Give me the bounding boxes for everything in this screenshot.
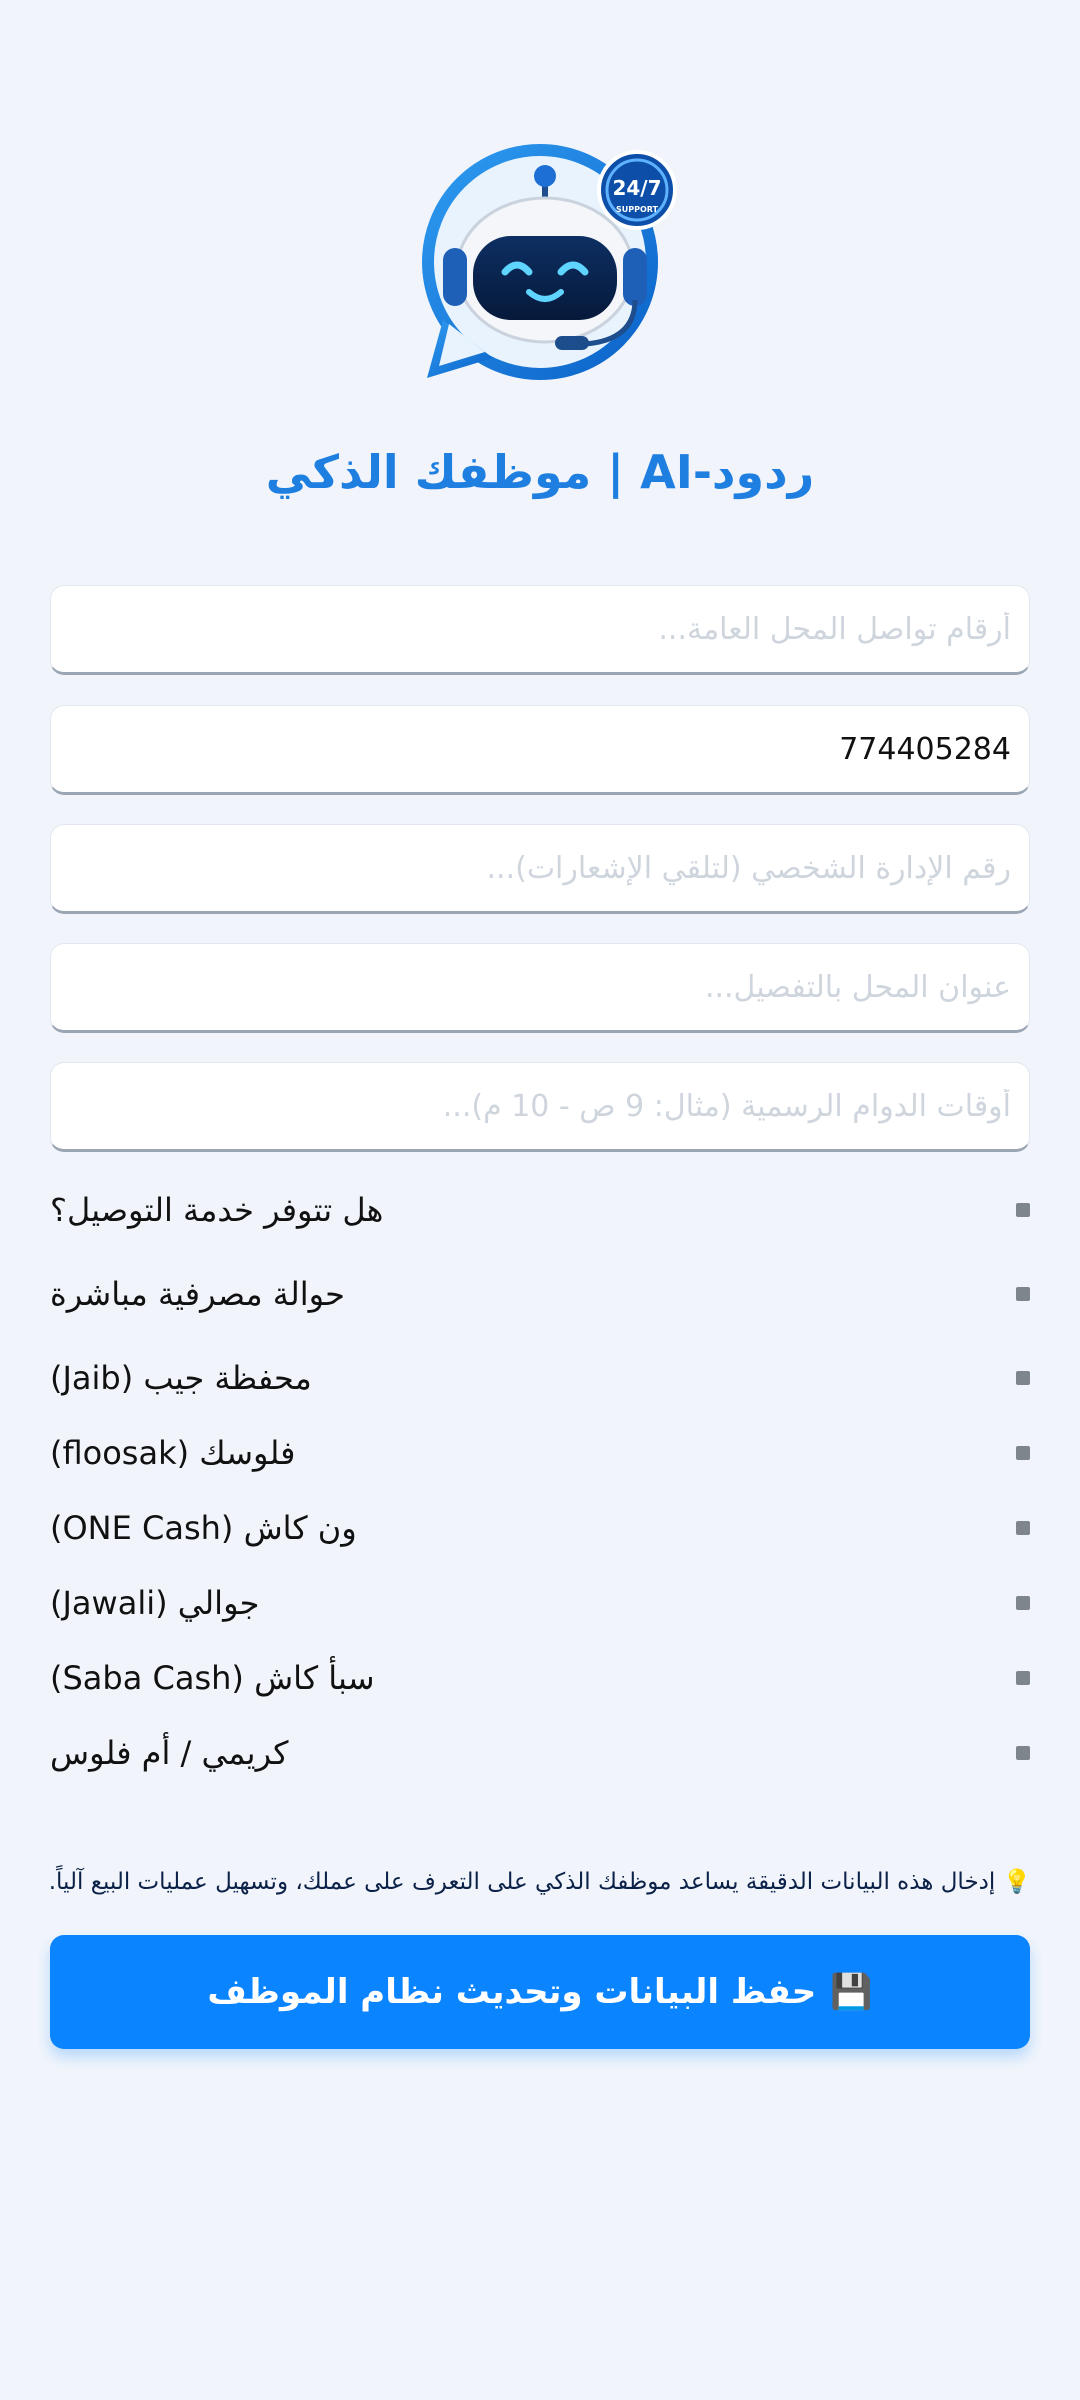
option-label: هل تتوفر خدمة التوصيل؟ — [50, 1191, 384, 1229]
checkbox[interactable] — [1016, 1287, 1030, 1301]
shop-contact-numbers-input[interactable] — [50, 585, 1030, 675]
option-row-kuraimi[interactable]: كريمي / أم فلوس — [50, 1723, 1030, 1783]
info-note: 💡 إدخال هذه البيانات الدقيقة يساعد موظفك… — [0, 1868, 1080, 1895]
option-label: فلوسك (floosak) — [50, 1434, 296, 1472]
option-row-floosak[interactable]: فلوسك (floosak) — [50, 1423, 1030, 1483]
option-label: حوالة مصرفية مباشرة — [50, 1275, 345, 1313]
admin-number-input[interactable] — [50, 824, 1030, 914]
page-title: ردود-AI | موظفك الذكي — [265, 445, 815, 499]
option-row-jaib[interactable]: محفظة جيب (Jaib) — [50, 1348, 1030, 1408]
checkbox[interactable] — [1016, 1203, 1030, 1217]
option-label: جوالي (Jawali) — [50, 1584, 260, 1622]
option-label: ون كاش (ONE Cash) — [50, 1509, 357, 1547]
option-row-one-cash[interactable]: ون كاش (ONE Cash) — [50, 1498, 1030, 1558]
support-robot-logo: 24/7 SUPPORT — [405, 140, 685, 390]
option-label: محفظة جيب (Jaib) — [50, 1359, 312, 1397]
working-hours-input[interactable] — [50, 1062, 1030, 1152]
shop-address-input[interactable] — [50, 943, 1030, 1033]
checkbox[interactable] — [1016, 1446, 1030, 1460]
checkbox[interactable] — [1016, 1521, 1030, 1535]
checkbox[interactable] — [1016, 1671, 1030, 1685]
support-robot-icon: 24/7 SUPPORT — [422, 144, 677, 380]
floppy-disk-icon: 💾 — [830, 1972, 873, 2012]
badge-24-7: 24/7 — [612, 176, 661, 200]
lightbulb-icon: 💡 — [1002, 1869, 1032, 1895]
option-row-saba-cash[interactable]: سبأ كاش (Saba Cash) — [50, 1648, 1030, 1708]
checkbox[interactable] — [1016, 1596, 1030, 1610]
checkbox[interactable] — [1016, 1371, 1030, 1385]
option-row-delivery[interactable]: هل تتوفر خدمة التوصيل؟ — [50, 1180, 1030, 1240]
option-row-jawali[interactable]: جوالي (Jawali) — [50, 1573, 1030, 1633]
option-row-bank-transfer[interactable]: حوالة مصرفية مباشرة — [50, 1264, 1030, 1324]
save-button[interactable]: 💾 حفظ البيانات وتحديث نظام الموظف — [50, 1935, 1030, 2049]
phone-number-input[interactable] — [50, 705, 1030, 795]
option-label: سبأ كاش (Saba Cash) — [50, 1659, 375, 1697]
save-button-label: حفظ البيانات وتحديث نظام الموظف — [207, 1972, 817, 2012]
option-label: كريمي / أم فلوس — [50, 1734, 289, 1772]
info-note-text: إدخال هذه البيانات الدقيقة يساعد موظفك ا… — [48, 1869, 996, 1895]
checkbox[interactable] — [1016, 1746, 1030, 1760]
badge-support: SUPPORT — [616, 205, 659, 214]
